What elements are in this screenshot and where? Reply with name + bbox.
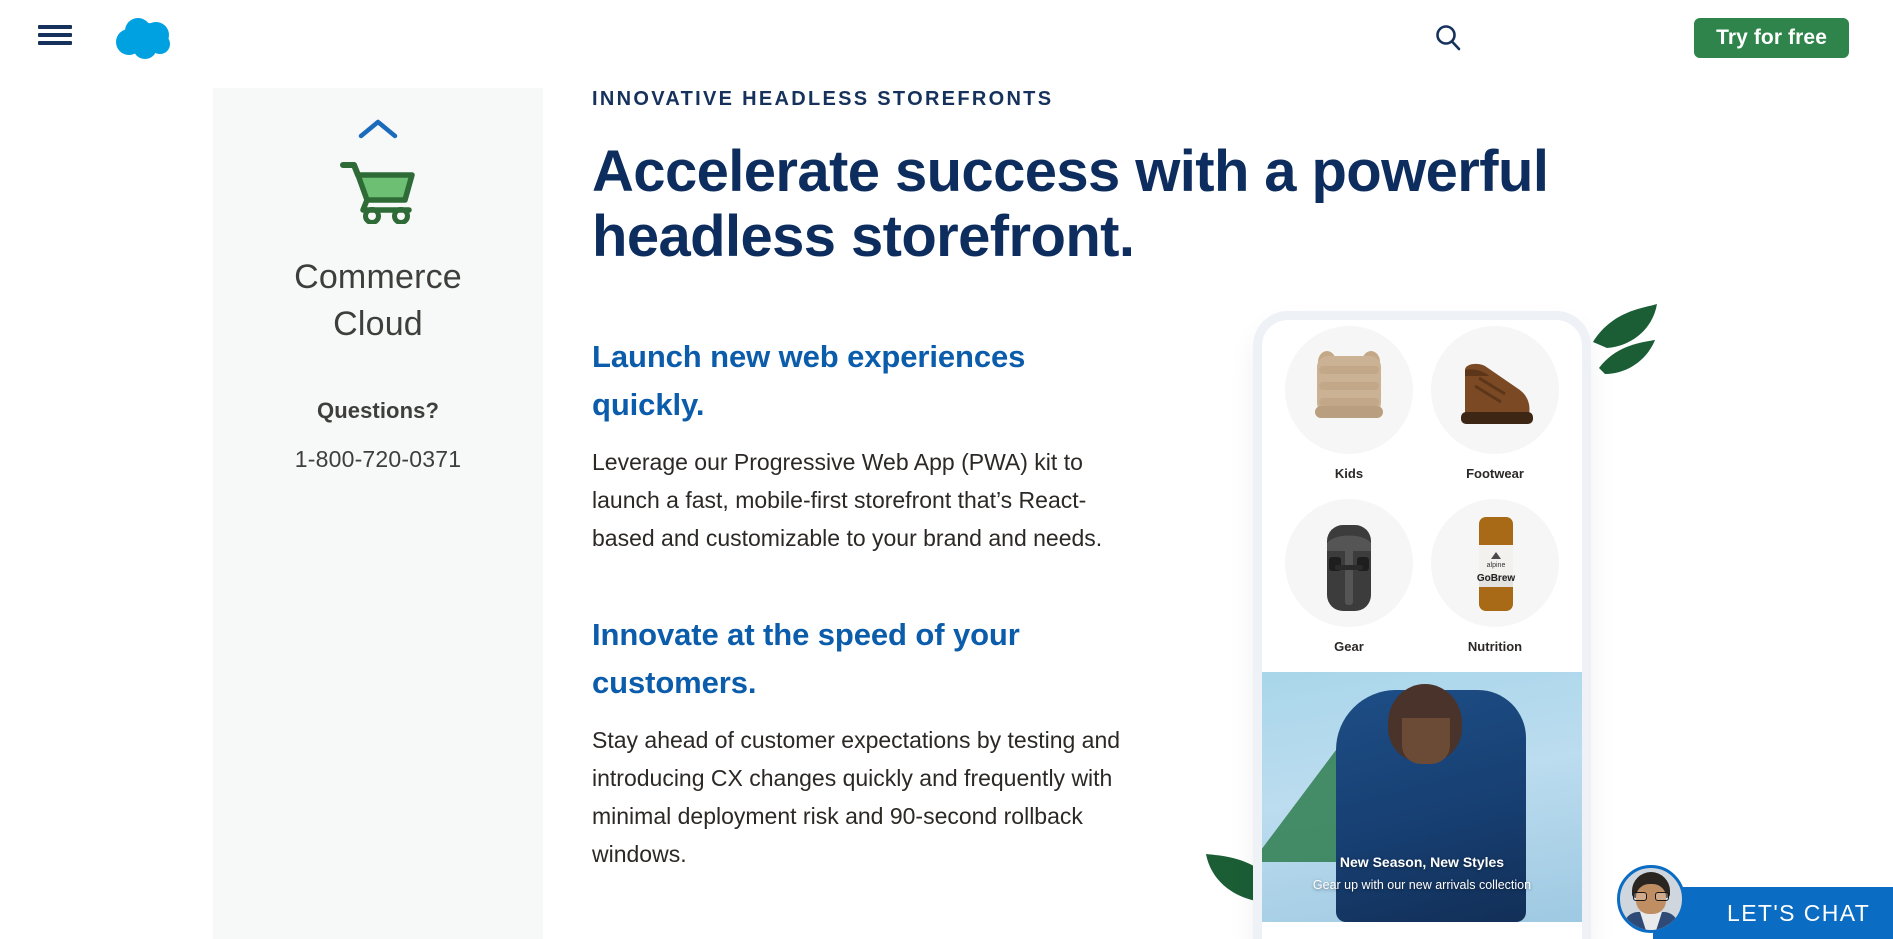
product-name: Commerce Cloud xyxy=(263,254,493,348)
can-product-text: GoBrew xyxy=(1477,573,1516,584)
banner-subtitle: Gear up with our new arrivals collection xyxy=(1312,878,1532,892)
site-header: Try for free xyxy=(0,0,1893,72)
banner-athlete-face xyxy=(1402,718,1450,764)
page-title: Accelerate success with a powerful headl… xyxy=(592,139,1592,269)
avatar xyxy=(1617,865,1685,933)
category-cell[interactable]: Kids xyxy=(1276,320,1422,493)
can-brand-text: alpine xyxy=(1487,562,1506,569)
product-thumbnail xyxy=(1285,326,1413,454)
category-label: Nutrition xyxy=(1467,639,1523,654)
feature-heading-line1: Innovate at the speed of your xyxy=(592,617,1020,652)
chat-label: LET'S CHAT xyxy=(1727,899,1871,926)
banner-title: New Season, New Styles xyxy=(1339,854,1505,870)
eyebrow-label: INNOVATIVE HEADLESS STOREFRONTS xyxy=(592,88,1054,110)
phone-screen: Kids Footwear Gear alpine GoBrew Nutriti… xyxy=(1262,320,1582,939)
questions-label: Questions? xyxy=(316,398,439,423)
chat-button[interactable]: LET'S CHAT xyxy=(1617,865,1893,939)
main-content: INNOVATIVE HEADLESS STOREFRONTS Accelera… xyxy=(592,88,1549,927)
hamburger-bar xyxy=(38,33,72,37)
feature-body: Stay ahead of customer expectations by t… xyxy=(592,727,1121,867)
hamburger-menu-icon[interactable] xyxy=(38,22,72,48)
glasses-lens xyxy=(1633,892,1647,901)
product-name-line2: Cloud xyxy=(333,305,423,343)
chat-widget[interactable]: LET'S CHAT xyxy=(1617,865,1893,939)
chevron-up-icon[interactable] xyxy=(355,116,401,142)
salesforce-cloud-logo-icon[interactable] xyxy=(112,15,184,61)
support-phone-number[interactable]: 1-800-720-0371 xyxy=(295,446,461,473)
shopping-cart-icon xyxy=(339,158,417,225)
glasses-icon xyxy=(1633,892,1669,901)
feature-heading: Innovate at the speed of your customers. xyxy=(592,611,1127,707)
page-title-line1: Accelerate success with a powerful xyxy=(592,139,1549,204)
feature-section: Launch new web experiences quickly. Leve… xyxy=(592,333,1127,557)
try-for-free-button[interactable]: Try for free xyxy=(1694,18,1849,58)
page-title-line2: headless storefront. xyxy=(592,204,1135,269)
category-grid: Kids Footwear Gear alpine GoBrew Nutriti… xyxy=(1262,320,1582,666)
feature-heading-line2: quickly. xyxy=(592,387,705,422)
hamburger-bar xyxy=(38,41,72,45)
search-icon[interactable] xyxy=(1433,22,1463,52)
product-sidebar: Commerce Cloud Questions? 1-800-720-0371 xyxy=(213,88,543,939)
category-label: Kids xyxy=(1334,466,1364,481)
feature-body: Leverage our Progressive Web App (PWA) k… xyxy=(592,449,1103,551)
page-root: Try for free Commerce Cloud Questions? 1… xyxy=(0,0,1893,939)
product-thumbnail xyxy=(1285,499,1413,627)
glasses-lens xyxy=(1655,892,1669,901)
product-thumbnail xyxy=(1431,326,1559,454)
feature-heading-line2: customers. xyxy=(592,665,757,700)
category-label: Footwear xyxy=(1466,466,1524,481)
category-cell[interactable]: Gear xyxy=(1276,493,1422,666)
hamburger-bar xyxy=(38,25,72,29)
feature-heading-line1: Launch new web experiences xyxy=(592,339,1026,374)
feature-heading: Launch new web experiences quickly. xyxy=(592,333,1127,429)
storefront-mockup: Kids Footwear Gear alpine GoBrew Nutriti… xyxy=(1206,304,1660,939)
feature-section: Innovate at the speed of your customers.… xyxy=(592,611,1127,873)
promo-banner[interactable]: New Season, New Styles Gear up with our … xyxy=(1262,672,1582,922)
product-thumbnail: alpine GoBrew xyxy=(1431,499,1559,627)
category-cell[interactable]: Footwear xyxy=(1422,320,1568,493)
category-cell[interactable]: alpine GoBrew Nutrition xyxy=(1422,493,1568,666)
category-label: Gear xyxy=(1334,639,1364,654)
product-name-line1: Commerce xyxy=(294,258,462,296)
leaf-decoration-icon xyxy=(1585,302,1665,387)
